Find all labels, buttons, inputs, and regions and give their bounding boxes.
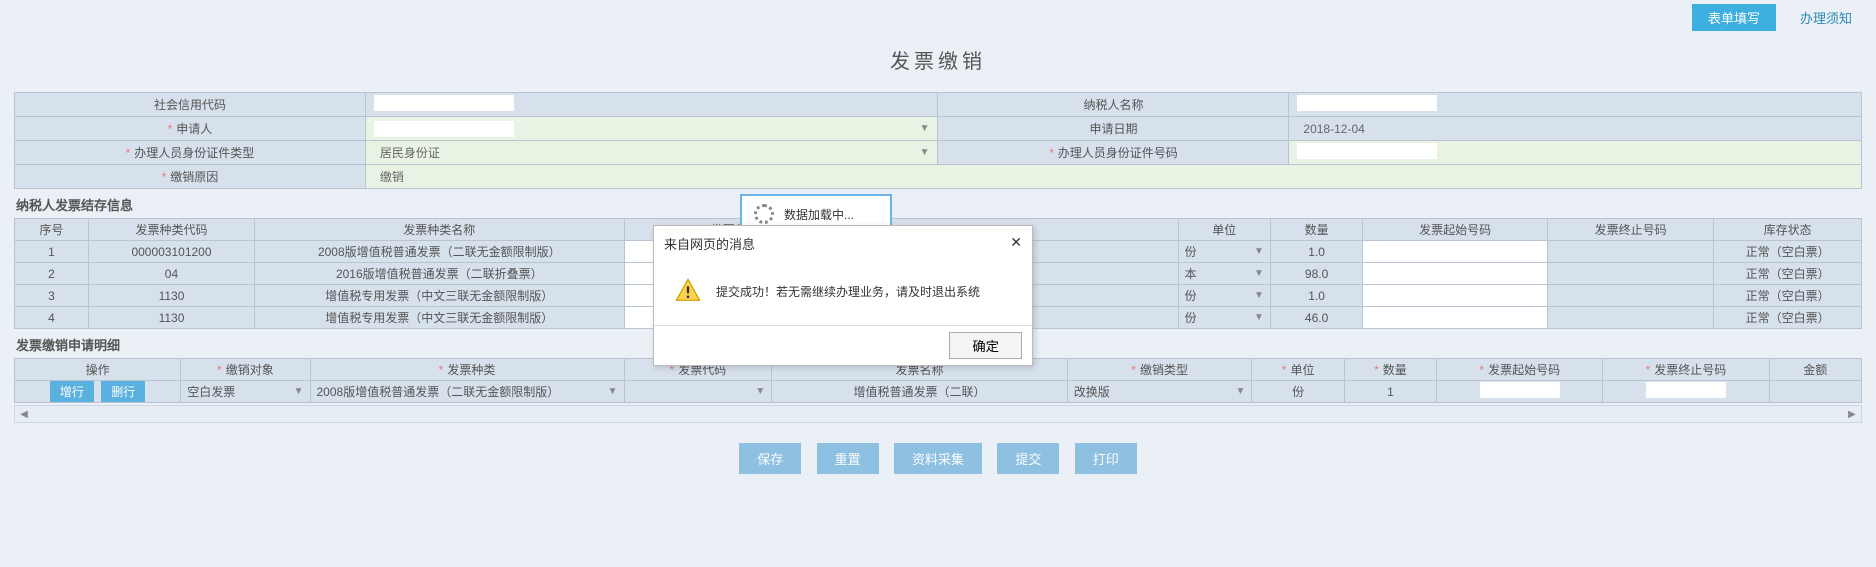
ok-button[interactable]: 确定 <box>949 332 1022 359</box>
close-icon[interactable]: ✕ <box>1010 234 1022 253</box>
value-taxpayer-name <box>1289 93 1862 117</box>
collect-button[interactable]: 资料采集 <box>894 443 982 474</box>
form-table: 社会信用代码 纳税人名称 *申请人 ▼ 申请日期 2018-12-04 *办理人… <box>14 92 1862 189</box>
input-cancel-reason[interactable]: 缴销 <box>365 165 1861 189</box>
input-start-no[interactable] <box>1437 381 1603 403</box>
dialog-title: 来自网页的消息 <box>664 234 755 253</box>
section-stock-title: 纳税人发票结存信息 <box>14 189 1862 218</box>
spinner-icon <box>754 204 774 224</box>
scroll-right-icon[interactable]: ▶ <box>1843 409 1861 420</box>
input-agent-id-no[interactable] <box>1289 141 1862 165</box>
input-qty[interactable]: 1 <box>1344 381 1436 403</box>
loading-text: 数据加载中... <box>784 206 854 223</box>
scroll-left-icon[interactable]: ◀ <box>15 409 33 420</box>
select-invoice-type[interactable]: 2008版增值税普通发票（二联无金额限制版）▼ <box>310 381 624 403</box>
print-button[interactable]: 打印 <box>1075 443 1137 474</box>
horizontal-scrollbar[interactable]: ◀ ▶ <box>14 405 1862 423</box>
label-applicant: *申请人 <box>15 117 366 141</box>
select-applicant[interactable]: ▼ <box>365 117 938 141</box>
footer-buttons: 保存 重置 资料采集 提交 打印 <box>0 423 1876 494</box>
page-title: 发票缴销 <box>0 35 1876 92</box>
label-taxpayer-name: 纳税人名称 <box>938 93 1289 117</box>
value-credit-code <box>365 93 938 117</box>
chevron-down-icon: ▼ <box>608 386 618 397</box>
dialog-message: 提交成功！若无需继续办理业务，请及时退出系统 <box>716 283 980 300</box>
cell-inv-name: 增值税普通发票（二联） <box>772 381 1068 403</box>
label-agent-id-type: *办理人员身份证件类型 <box>15 141 366 165</box>
chevron-down-icon: ▼ <box>920 123 930 134</box>
label-apply-date: 申请日期 <box>938 117 1289 141</box>
message-dialog: 来自网页的消息 ✕ 提交成功！若无需继续办理业务，请及时退出系统 确定 <box>653 225 1033 366</box>
chevron-down-icon: ▼ <box>755 386 765 397</box>
label-cancel-reason: *缴销原因 <box>15 165 366 189</box>
label-credit-code: 社会信用代码 <box>15 93 366 117</box>
warning-icon <box>674 277 702 305</box>
chevron-down-icon: ▼ <box>920 147 930 158</box>
select-cx-type[interactable]: 改换版▼ <box>1067 381 1252 403</box>
label-agent-id-no: *办理人员身份证件号码 <box>938 141 1289 165</box>
save-button[interactable]: 保存 <box>739 443 801 474</box>
del-row-button[interactable]: 删行 <box>101 381 145 402</box>
cell-unit: 份 <box>1252 381 1344 403</box>
tab-form-fill[interactable]: 表单填写 <box>1692 4 1776 31</box>
chevron-down-icon: ▼ <box>294 386 304 397</box>
tab-notice[interactable]: 办理须知 <box>1784 4 1868 31</box>
value-apply-date: 2018-12-04 <box>1289 117 1862 141</box>
detail-row: 增行 删行 空白发票▼ 2008版增值税普通发票（二联无金额限制版）▼ ▼ 增值… <box>15 381 1862 403</box>
select-inv-code[interactable]: ▼ <box>624 381 772 403</box>
input-end-no[interactable] <box>1603 381 1769 403</box>
reset-button[interactable]: 重置 <box>817 443 879 474</box>
select-agent-id-type[interactable]: 居民身份证▼ <box>365 141 938 165</box>
select-target[interactable]: 空白发票▼ <box>181 381 310 403</box>
chevron-down-icon: ▼ <box>1236 386 1246 397</box>
submit-button[interactable]: 提交 <box>997 443 1059 474</box>
cell-amount <box>1769 381 1861 403</box>
add-row-button[interactable]: 增行 <box>50 381 94 402</box>
